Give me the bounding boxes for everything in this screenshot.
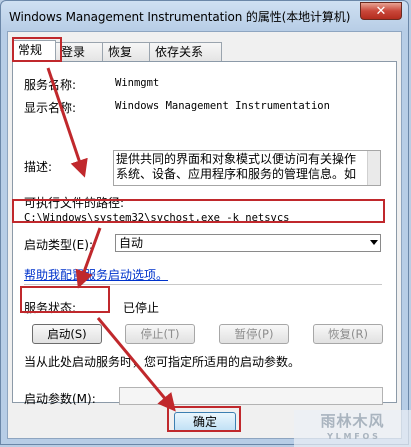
help-link[interactable]: 帮助我配置服务启动选项。 (24, 266, 168, 283)
tab-dependencies[interactable]: 依存关系 (149, 42, 222, 61)
dropdown-arrow-icon (370, 240, 378, 245)
start-params-label: 启动参数(M): (24, 392, 96, 406)
start-button[interactable]: 启动(S) (32, 324, 102, 344)
tab-recovery[interactable]: 恢复 (102, 42, 150, 61)
service-name-label: 服务名称: (24, 78, 77, 92)
highlight-general-tab (12, 37, 62, 62)
title-bar[interactable]: Windows Management Instrumentation 的属性(本… (1, 1, 408, 31)
description-scrollbar[interactable] (367, 151, 380, 185)
service-name-value: Winmgmt (115, 77, 160, 89)
stop-button[interactable]: 停止(T) (125, 324, 195, 344)
status-value: 已停止 (123, 301, 160, 315)
separator (24, 284, 382, 285)
pause-button[interactable]: 暂停(P) (219, 324, 289, 344)
tab-logon[interactable]: 登录 (55, 42, 103, 61)
watermark-text: 雨林木风 (320, 412, 385, 430)
watermark-logo: 雨林木风 Y L M F O S (294, 410, 411, 447)
close-button[interactable]: ✕ (360, 2, 402, 20)
startup-type-label: 启动类型(E): (24, 238, 93, 252)
description-box[interactable]: 提供共同的界面和对象模式以便访问有关操作系统、设备、应用程序和服务的管理信息。如 (113, 150, 381, 186)
startup-type-value: 自动 (119, 236, 144, 250)
watermark-subtext: Y L M F O S (327, 432, 378, 441)
dialog-client: 常规 登录 恢复 依存关系 服务名称: Winmgmt 显示名称: Window… (7, 31, 402, 439)
display-name-value: Windows Management Instrumentation (115, 100, 330, 112)
window-title: Windows Management Instrumentation 的属性(本… (9, 10, 351, 24)
description-text: 提供共同的界面和对象模式以便访问有关操作系统、设备、应用程序和服务的管理信息。如 (116, 152, 357, 181)
start-params-input[interactable] (119, 387, 383, 405)
highlight-ok-button (167, 406, 241, 432)
highlight-startup-type (12, 199, 385, 223)
close-icon: ✕ (375, 4, 387, 19)
start-params-hint: 当从此处启动服务时，您可指定所适用的启动参数。 (24, 355, 301, 369)
resume-button[interactable]: 恢复(R) (313, 324, 383, 344)
startup-type-select[interactable]: 自动 (115, 234, 381, 252)
highlight-start-button (20, 286, 110, 313)
general-panel: 服务名称: Winmgmt 显示名称: Windows Management I… (12, 61, 397, 406)
display-name-label: 显示名称: (24, 101, 77, 115)
description-label: 描述: (24, 160, 53, 174)
